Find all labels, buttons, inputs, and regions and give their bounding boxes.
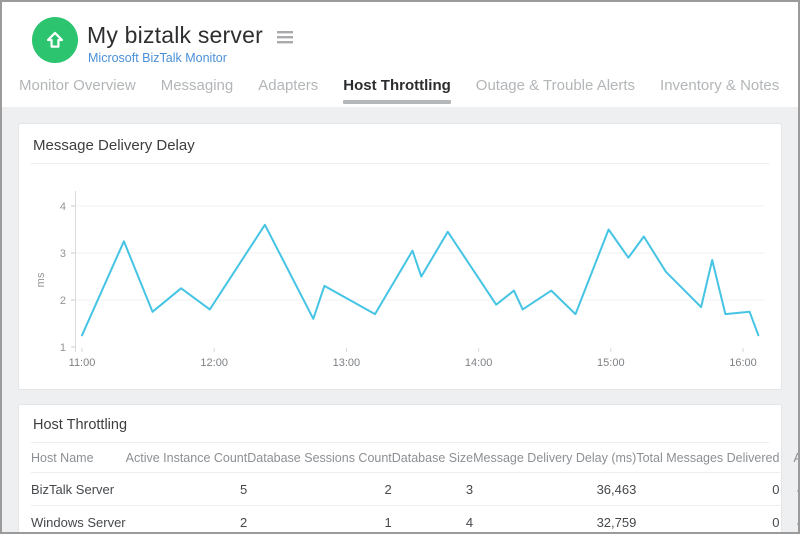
table-header-row: Host Name Active Instance Count Database… — [31, 443, 800, 473]
col-header-active-instance-count: Active Instance Count — [126, 443, 248, 473]
tab-messaging[interactable]: Messaging — [161, 77, 234, 107]
tab-monitor-overview[interactable]: Monitor Overview — [19, 77, 136, 107]
cell-database-size: 3 — [392, 473, 473, 506]
tab-bar: Monitor Overview Messaging Adapters Host… — [19, 77, 796, 107]
cell-active-instance-count: 5 — [126, 473, 248, 506]
table-panel-title: Host Throttling — [19, 405, 781, 442]
y-axis: 1 2 3 4 ms — [35, 191, 76, 354]
message-delivery-delay-panel: Message Delivery Delay 1234ms11:0012:001… — [18, 123, 782, 390]
col-header-total-messages-delivered: Total Messages Delivered — [636, 443, 779, 473]
biztalk-monitor-window: My biztalk server Microsoft BizTalk Moni… — [0, 0, 800, 534]
host-throttling-panel: Host Throttling Host Name Active Instanc… — [18, 404, 782, 534]
tab-adapters[interactable]: Adapters — [258, 77, 318, 107]
page-title: My biztalk server — [87, 22, 263, 49]
app-header: My biztalk server Microsoft BizTalk Moni… — [2, 2, 798, 107]
cell-message-delivery-delay: 32,759 — [473, 506, 636, 534]
chart-panel-title: Message Delivery Delay — [19, 124, 781, 163]
col-header-host-name: Host Name — [31, 443, 126, 473]
pencil-icon — [795, 481, 800, 494]
cell-host-name: BizTalk Server — [31, 473, 126, 506]
tab-inventory-notes[interactable]: Inventory & Notes — [660, 77, 779, 107]
svg-text:11:00: 11:00 — [69, 357, 96, 369]
cell-total-messages-delivered: 0 — [636, 473, 779, 506]
col-header-action: Action — [779, 443, 800, 473]
table-row: Windows Server 2 1 4 32,759 0 — [31, 506, 800, 534]
tab-host-throttling[interactable]: Host Throttling — [343, 77, 450, 107]
x-axis: 11:00 12:00 13:00 14:00 15:00 16:00 — [69, 348, 757, 369]
pencil-icon — [795, 514, 800, 527]
message-delivery-delay-chart: 1 2 3 4 ms 11:00 12:00 13:00 14:00 15:00 16:00 — [31, 164, 769, 389]
svg-text:13:00: 13:00 — [333, 357, 361, 369]
monitor-type-link[interactable]: Microsoft BizTalk Monitor — [88, 51, 227, 65]
edit-action-button[interactable] — [793, 514, 800, 527]
cell-database-size: 4 — [392, 506, 473, 534]
cell-database-sessions-count: 1 — [247, 506, 392, 534]
cell-database-sessions-count: 2 — [247, 473, 392, 506]
svg-text:ms: ms — [35, 272, 47, 287]
server-status-avatar — [32, 17, 78, 63]
svg-text:2: 2 — [60, 295, 66, 307]
cell-total-messages-delivered: 0 — [636, 506, 779, 534]
gridlines — [75, 206, 765, 300]
svg-text:14:00: 14:00 — [465, 357, 493, 369]
col-header-database-size: Database Size — [392, 443, 473, 473]
cell-active-instance-count: 2 — [126, 506, 248, 534]
col-header-message-delivery-delay: Message Delivery Delay (ms) — [473, 443, 636, 473]
tab-outage-trouble-alerts[interactable]: Outage & Trouble Alerts — [476, 77, 635, 107]
hamburger-menu-icon[interactable] — [277, 31, 293, 44]
svg-text:12:00: 12:00 — [200, 357, 228, 369]
col-header-database-sessions-count: Database Sessions Count — [247, 443, 392, 473]
svg-text:4: 4 — [60, 201, 66, 213]
cell-host-name: Windows Server — [31, 506, 126, 534]
table-row: BizTalk Server 5 2 3 36,463 0 — [31, 473, 800, 506]
content-area: Message Delivery Delay 1234ms11:0012:001… — [2, 107, 798, 532]
up-arrow-icon — [44, 29, 66, 51]
svg-text:1: 1 — [60, 342, 66, 354]
svg-text:16:00: 16:00 — [729, 357, 757, 369]
svg-text:15:00: 15:00 — [597, 357, 625, 369]
delay-series-line — [82, 225, 758, 335]
host-throttling-table: Host Name Active Instance Count Database… — [31, 443, 800, 534]
svg-text:3: 3 — [60, 248, 66, 260]
edit-action-button[interactable] — [793, 481, 800, 494]
cell-message-delivery-delay: 36,463 — [473, 473, 636, 506]
